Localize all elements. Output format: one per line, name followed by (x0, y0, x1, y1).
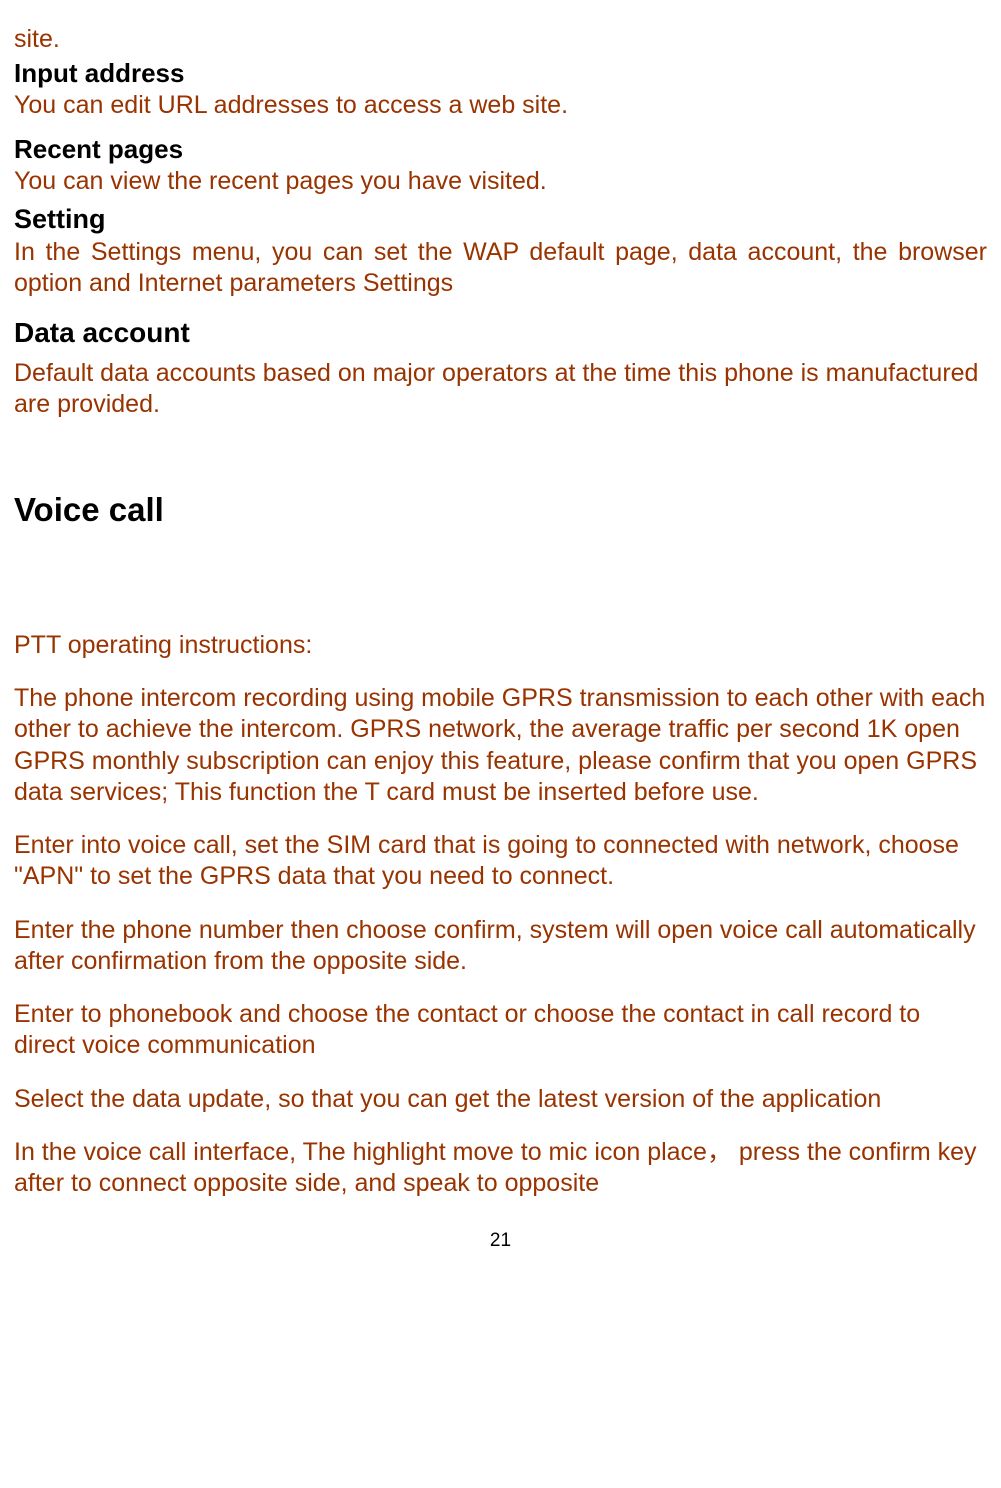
text-setting: In the Settings menu, you can set the WA… (14, 237, 987, 300)
voice-call-p6: Select the data update, so that you can … (14, 1084, 987, 1115)
heading-input-address: Input address (14, 57, 987, 90)
heading-setting: Setting (14, 203, 987, 237)
heading-data-account: Data account (14, 315, 987, 350)
text-recent-pages: You can view the recent pages you have v… (14, 166, 987, 197)
heading-recent-pages: Recent pages (14, 133, 987, 166)
voice-call-p4: Enter the phone number then choose confi… (14, 915, 987, 978)
voice-call-p3: Enter into voice call, set the SIM card … (14, 830, 987, 893)
heading-voice-call: Voice call (14, 489, 987, 530)
page-number: 21 (14, 1229, 987, 1253)
voice-call-p2: The phone intercom recording using mobil… (14, 683, 987, 808)
voice-call-p1: PTT operating instructions: (14, 630, 987, 661)
voice-call-p5: Enter to phonebook and choose the contac… (14, 999, 987, 1062)
text-input-address: You can edit URL addresses to access a w… (14, 90, 987, 121)
voice-call-p7: In the voice call interface, The highlig… (14, 1137, 987, 1200)
fragment-top: site. (14, 24, 987, 55)
text-data-account: Default data accounts based on major ope… (14, 358, 987, 421)
